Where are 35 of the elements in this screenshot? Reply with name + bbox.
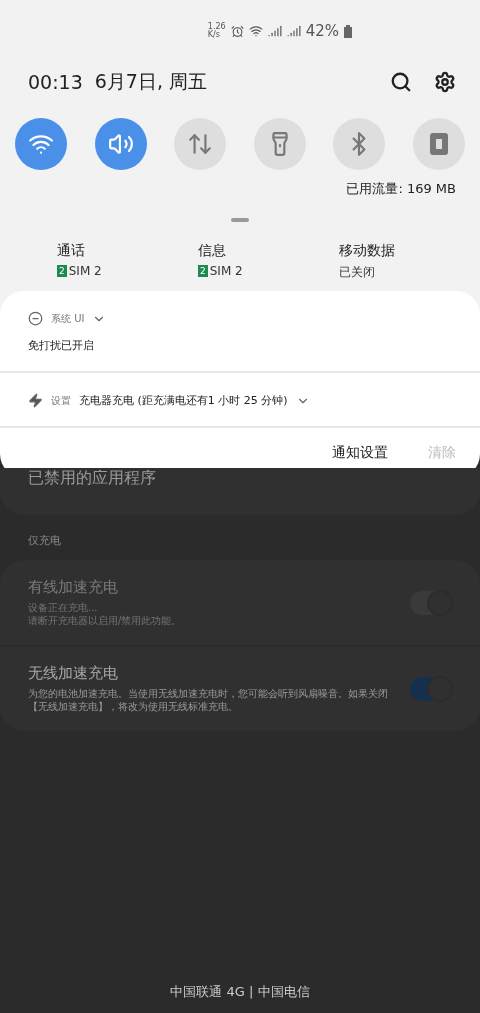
settings-button[interactable] [434,71,456,93]
carrier-text: 中国联通 4G | 中国电信 [170,984,310,999]
notification-text: 免打扰已开启 [28,338,95,353]
setting-title: 无线加速充电 [28,664,119,683]
app-name: 系统 UI [51,311,85,326]
action-button[interactable]: 通知设置 [332,444,388,462]
section-header: 仅充电 [27,533,62,549]
phone-icon [427,131,450,157]
sim-setting[interactable]: 移动数据 已关闭 [339,242,480,281]
arrows-icon [187,131,214,157]
network-speed: 1.26 K/s [207,23,226,39]
toggle-switch[interactable] [410,676,452,701]
sim-setting[interactable]: 通话 2 SIM 2 [57,242,198,281]
date: 6月7日, 周五 [94,69,209,94]
battery-percent: 42% [305,22,339,40]
drag-handle[interactable] [231,218,249,222]
battery-icon [344,24,352,38]
data-usage: 已用流量: 169 MB [346,180,457,198]
wifi-icon [248,24,263,38]
clock: 00:13 [28,71,83,93]
speaker-icon [107,131,134,157]
app-name: 设置 [51,393,71,408]
lightning-icon [28,393,43,408]
quick-toggle[interactable] [94,118,147,170]
signal-icon [286,24,301,38]
setting-description: 为您的电池加速充电。当使用无线加速充电时，您可能会听到风扇噪音。如果关闭【无线加速充电】，将改为使用无线标准充电。 [28,687,389,713]
minus-circle-icon [28,311,43,326]
alarm-icon [230,24,244,38]
signal-icon [267,24,282,38]
setting-title: 有线加速充电 [28,578,119,597]
settings-item[interactable]: 已禁用的应用程序 [28,468,156,487]
sim-setting[interactable]: 信息 2 SIM 2 [198,242,339,281]
search-button[interactable] [390,71,412,93]
quick-toggle[interactable] [15,118,67,170]
notification-text: 充电器充电 (距充满电还有1 小时 25 分钟) [79,393,288,408]
